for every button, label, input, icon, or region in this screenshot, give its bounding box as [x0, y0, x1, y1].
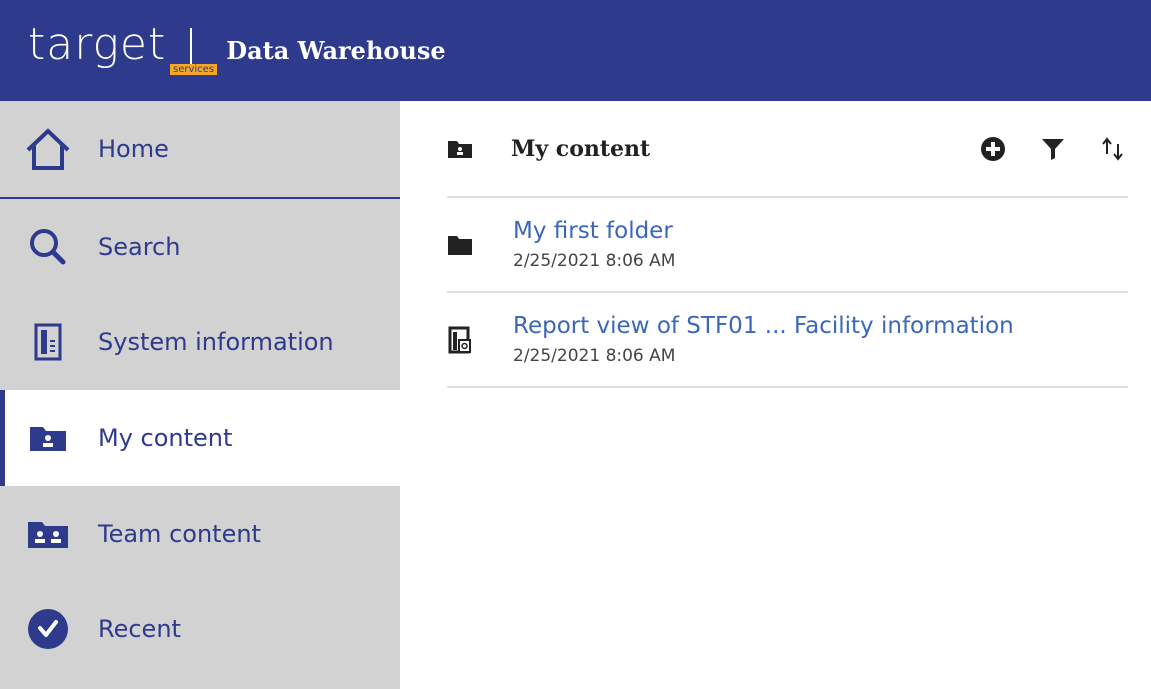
sort-icon [1102, 136, 1123, 161]
filter-button[interactable] [1038, 134, 1068, 164]
sidebar-item-label: Team content [98, 520, 261, 548]
sort-button[interactable] [1098, 134, 1128, 164]
item-date: 2/25/2021 8:06 AM [513, 345, 676, 366]
my-content-icon [447, 136, 473, 162]
sidebar-item-label: Search [98, 233, 181, 261]
filter-icon [1042, 138, 1064, 160]
logo-text: target [28, 18, 167, 70]
sidebar-item-label: My content [98, 424, 233, 452]
sidebar-item-system-information[interactable]: System information [0, 294, 400, 390]
system-info-icon [22, 316, 74, 368]
list-item-text: Report view of STF01 ... Facility inform… [513, 311, 1014, 369]
content-header: My content [447, 101, 1128, 198]
add-button[interactable] [978, 134, 1008, 164]
folder-icon [447, 232, 473, 258]
sidebar-item-recent[interactable]: Recent [0, 581, 400, 677]
item-date: 2/25/2021 8:06 AM [513, 250, 676, 271]
item-name-link[interactable]: Report view of STF01 ... Facility inform… [513, 311, 1014, 341]
sidebar-item-my-content[interactable]: My content [0, 390, 400, 486]
add-circle-icon [981, 136, 1005, 161]
recent-icon [22, 603, 74, 655]
sidebar-item-team-content[interactable]: Team content [0, 486, 400, 582]
list-item-text: My first folder 2/25/2021 8:06 AM [513, 216, 675, 274]
sidebar: Home Search System information My conten… [0, 101, 400, 689]
page-title: My content [511, 135, 651, 162]
report-view-icon [447, 326, 473, 353]
top-header: target services Data Warehouse [0, 0, 1151, 101]
list-item[interactable]: Report view of STF01 ... Facility inform… [447, 293, 1128, 388]
item-name-link[interactable]: My first folder [513, 216, 675, 246]
home-icon [22, 123, 74, 175]
search-icon [22, 221, 74, 273]
logo-subtext: services [170, 64, 218, 75]
my-content-icon [22, 412, 74, 464]
app-window: target services Data Warehouse Home Sear… [0, 0, 1151, 689]
list-item[interactable]: My first folder 2/25/2021 8:06 AM [447, 198, 1128, 293]
app-title: Data Warehouse [226, 36, 446, 65]
target-logo[interactable]: target services [28, 0, 218, 101]
sidebar-item-label: Home [98, 135, 169, 163]
sidebar-item-search[interactable]: Search [0, 199, 400, 295]
team-content-icon [22, 508, 74, 560]
main-content: My content My first folder 2/25/2021 8:0… [400, 101, 1151, 689]
sidebar-item-label: Recent [98, 615, 181, 643]
sidebar-item-label: System information [98, 328, 334, 356]
sidebar-item-home[interactable]: Home [0, 101, 400, 197]
content-toolbar [948, 134, 1128, 164]
